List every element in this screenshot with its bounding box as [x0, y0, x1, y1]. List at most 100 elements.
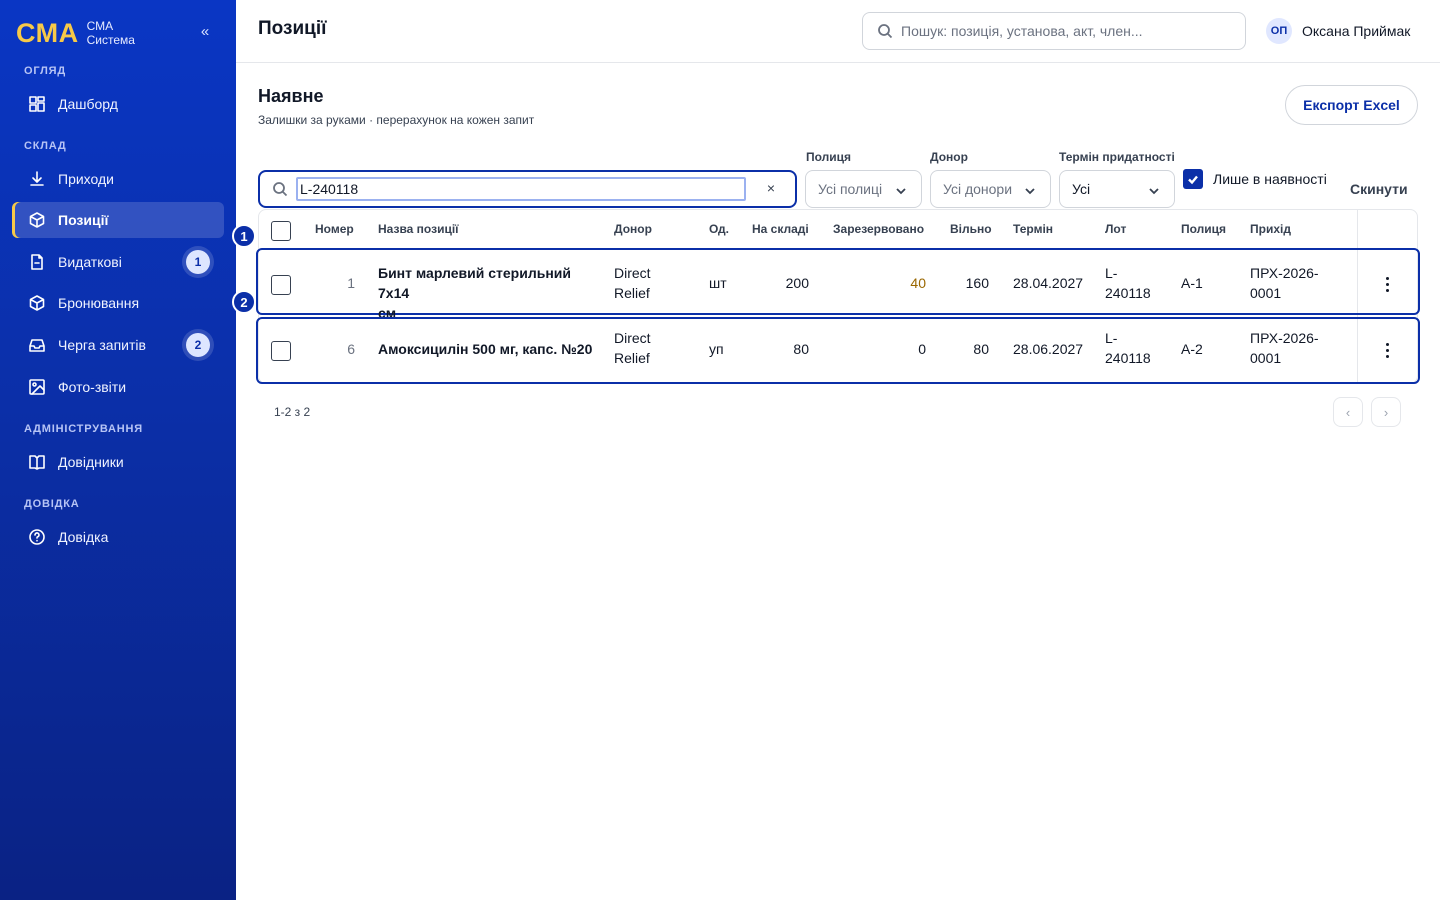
sidebar-item-request-queue[interactable]: Черга запитів 2 [12, 327, 224, 363]
nav-section-help: ДОВІДКА [24, 498, 80, 510]
row-checkbox[interactable] [271, 341, 291, 361]
nav-section-warehouse: СКЛАД [24, 140, 67, 152]
shelf-filter-label: Полиця [806, 150, 852, 164]
donor-filter-label: Донор [930, 150, 968, 164]
next-page-button[interactable]: › [1371, 397, 1401, 427]
column-header-unit[interactable]: Од. [709, 222, 729, 236]
in-stock-checkbox[interactable] [1183, 169, 1203, 189]
reset-filters-button[interactable]: Скинути [1350, 181, 1408, 197]
chevron-down-icon [1148, 184, 1160, 200]
sidebar-item-photo-reports[interactable]: Фото-звіти [12, 369, 224, 405]
expiry-filter-select[interactable]: Усі [1059, 170, 1175, 208]
export-excel-button[interactable]: Експорт Excel [1285, 85, 1418, 125]
cell-name[interactable]: Амоксицилін 500 мг, капс. №20 [378, 339, 603, 359]
cell-donor-line2: Relief [614, 350, 650, 366]
table-search[interactable]: × [258, 170, 797, 208]
checkmark-icon [1188, 175, 1198, 185]
brand[interactable]: СМА СМА Система [16, 16, 135, 50]
in-stock-label[interactable]: Лише в наявності [1213, 171, 1327, 187]
section-subtitle: Залишки за руками · перерахунок на кожен… [258, 113, 535, 127]
cell-receipt[interactable]: ПРХ-2026- 0001 [1250, 263, 1319, 303]
sidebar-item-label: Позиції [58, 212, 109, 228]
sidebar-item-label: Довідники [58, 454, 124, 470]
brand-text: СМА Система [87, 19, 135, 47]
cell-number: 1 [347, 275, 355, 291]
shelf-filter-value: Усі полиці [818, 181, 883, 197]
section-title: Наявне [258, 86, 324, 106]
sidebar-item-positions[interactable]: Позиції [12, 202, 224, 238]
cell-receipt[interactable]: ПРХ-2026- 0001 [1250, 328, 1319, 368]
sidebar-item-label: Видаткові [58, 254, 122, 270]
sidebar-item-directories[interactable]: Довідники [12, 444, 224, 480]
cell-receipt-line2: 0001 [1250, 285, 1282, 301]
table-search-input[interactable] [296, 177, 746, 201]
cell-receipt-line2: 0001 [1250, 350, 1282, 366]
document-icon [28, 253, 46, 271]
column-header-reserved[interactable]: Зарезервовано [833, 222, 924, 236]
sidebar-item-label: Довідка [58, 529, 109, 545]
row-actions-menu-icon[interactable] [1379, 274, 1395, 294]
cell-shelf: A-1 [1181, 275, 1203, 291]
sidebar-item-help[interactable]: Довідка [12, 519, 224, 555]
donor-filter-select[interactable]: Усі донори [930, 170, 1051, 208]
cell-shelf: A-2 [1181, 341, 1203, 357]
global-search-input[interactable] [901, 23, 1231, 39]
top-bar: Позиції ОП Оксана Приймак [236, 0, 1440, 63]
column-header-number[interactable]: Номер [315, 222, 354, 236]
user-menu[interactable]: ОП Оксана Приймак [1266, 18, 1410, 44]
column-header-donor[interactable]: Донор [614, 222, 652, 236]
column-header-name[interactable]: Назва позиції [378, 222, 459, 236]
expiry-filter-label: Термін придатності [1059, 150, 1175, 164]
clear-search-button[interactable]: × [767, 180, 775, 196]
nav-section-overview: ОГЛЯД [24, 65, 66, 77]
shelf-filter-select[interactable]: Усі полиці [805, 170, 922, 208]
select-all-checkbox[interactable] [271, 221, 291, 241]
column-header-free[interactable]: Вільно [950, 222, 992, 236]
search-icon [273, 182, 288, 197]
column-header-in-stock[interactable]: На складі [752, 222, 809, 236]
global-search[interactable] [862, 12, 1246, 50]
brand-line1: СМА [86, 19, 114, 33]
annotation-marker: 1 [232, 224, 256, 248]
cell-in-stock: 200 [785, 275, 809, 291]
collapse-sidebar-button[interactable]: « [196, 22, 214, 42]
column-header-expiry[interactable]: Термін [1013, 222, 1053, 236]
cell-unit: уп [709, 341, 724, 357]
row-checkbox[interactable] [271, 275, 291, 295]
row-actions-menu-icon[interactable] [1379, 340, 1395, 360]
sidebar-item-label: Дашборд [58, 96, 118, 112]
sidebar-item-label: Фото-звіти [58, 379, 127, 395]
cell-lot-line1: L- [1105, 330, 1118, 346]
prev-page-button[interactable]: ‹ [1333, 397, 1363, 427]
sidebar: СМА СМА Система « ОГЛЯД Дашборд СКЛАД Пр… [0, 0, 236, 900]
cell-name[interactable]: Бинт марлевий стерильний 7x14 см [378, 263, 603, 323]
search-icon [878, 24, 893, 39]
nav-section-admin: АДМІНІСТРУВАННЯ [24, 423, 143, 435]
cell-lot-line2: 240118 [1105, 350, 1151, 366]
chevron-down-icon [895, 184, 907, 200]
avatar: ОП [1266, 18, 1292, 44]
sidebar-item-receipts[interactable]: Приходи [12, 161, 224, 197]
column-header-shelf[interactable]: Полиця [1181, 222, 1226, 236]
cell-donor-line1: Direct [614, 265, 651, 281]
expiry-filter-value: Усі [1072, 181, 1091, 197]
cell-number: 6 [347, 341, 355, 357]
invoices-count-badge: 1 [186, 250, 210, 274]
cell-donor: Direct Relief [614, 328, 651, 368]
column-header-lot[interactable]: Лот [1105, 222, 1126, 236]
cell-unit: шт [709, 275, 727, 291]
cell-reserved: 0 [918, 341, 926, 357]
cell-receipt-line1: ПРХ-2026- [1250, 265, 1319, 281]
cell-lot: L- 240118 [1105, 263, 1151, 303]
cell-lot-line2: 240118 [1105, 285, 1151, 301]
pagination-summary: 1-2 з 2 [274, 405, 311, 419]
sidebar-item-invoices[interactable]: Видаткові 1 [12, 244, 224, 280]
user-name: Оксана Приймак [1302, 23, 1411, 39]
sidebar-item-bookings[interactable]: Бронювання [12, 285, 224, 321]
sidebar-item-label: Приходи [58, 171, 114, 187]
download-icon [28, 170, 46, 188]
box-icon [28, 211, 46, 229]
cell-donor-line2: Relief [614, 285, 650, 301]
sidebar-item-dashboard[interactable]: Дашборд [12, 86, 224, 122]
column-header-receipt[interactable]: Прихід [1250, 222, 1291, 236]
